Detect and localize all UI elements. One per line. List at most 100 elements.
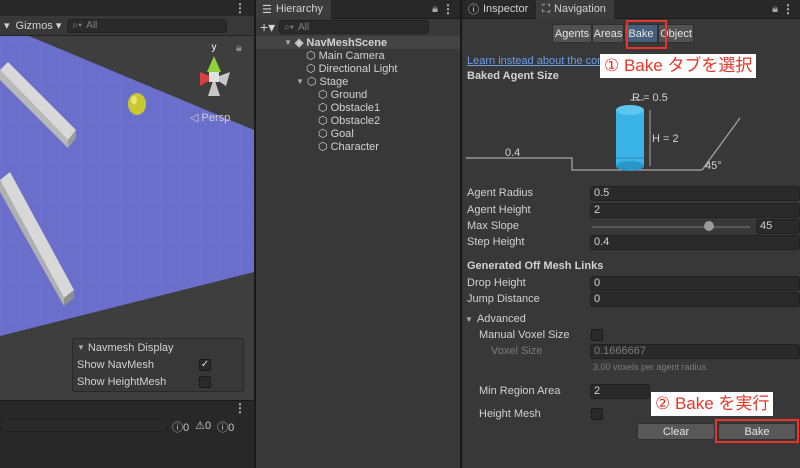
tab-navigation[interactable]: ⛶ Navigation: [536, 0, 614, 19]
height-mesh-checkbox[interactable]: [591, 408, 603, 420]
search-placeholder: All: [298, 21, 310, 33]
tree-item-directional-light[interactable]: ⬡ Directional Light: [256, 62, 460, 76]
search-icon: ⌕▾: [284, 21, 295, 33]
overlay-header[interactable]: ▼ Navmesh Display: [73, 339, 243, 356]
hierarchy-tree: ▼ ◈ NavMeshScene ⬡ Main Camera ⬡ Direction…: [256, 36, 460, 153]
lock-icon[interactable]: 🔒︎: [772, 3, 778, 16]
warning-count: 0: [205, 420, 212, 432]
navmesh-display-overlay: ▼ Navmesh Display Show NavMesh ✓ Show He…: [72, 338, 244, 392]
tree-item-obstacle2[interactable]: ⬡ Obstacle2: [256, 114, 460, 128]
bake-button-highlight: [715, 419, 799, 443]
persp-label: ◁ Persp: [190, 112, 230, 124]
hierarchy-panel: ☰ Hierarchy 🔒︎ ⋮ +▾ ⌕▾ All ▼ ◈ NavMeshSc…: [255, 0, 461, 468]
bake-tab-highlight: [626, 20, 667, 49]
tree-item-ground[interactable]: ⬡ Ground: [256, 88, 460, 102]
hierarchy-menu-icon[interactable]: ⋮: [442, 2, 454, 16]
warning-count-toggle[interactable]: ⚠0: [195, 419, 211, 435]
show-heightmesh-row: Show HeightMesh: [73, 373, 243, 390]
tab-inspector[interactable]: ⓘ Inspector: [462, 0, 536, 19]
search-icon: ⌕▾: [72, 20, 83, 31]
add-button[interactable]: +▾: [260, 19, 275, 36]
expand-triangle-icon[interactable]: ▼: [284, 38, 292, 47]
step-height-label: Step Height: [467, 236, 525, 248]
hierarchy-icon: ☰: [262, 3, 272, 16]
drop-height-field[interactable]: 0: [590, 276, 800, 291]
max-slope-slider[interactable]: [592, 226, 750, 228]
advanced-foldout[interactable]: ▼ Advanced: [465, 313, 526, 325]
tree-item-label: Main Camera: [318, 49, 385, 62]
agent-height-field[interactable]: 2: [590, 203, 800, 218]
error-count-toggle[interactable]: ⓘ0: [172, 419, 189, 435]
console-search-input[interactable]: [0, 419, 168, 432]
baked-agent-size-title: Baked Agent Size: [467, 70, 559, 82]
navigation-icon: ⛶: [542, 2, 550, 15]
gizmo-toggle-button[interactable]: ▾: [4, 19, 10, 32]
max-slope-field[interactable]: 45: [756, 219, 800, 234]
lock-icon[interactable]: 🔒︎: [236, 42, 242, 55]
scene-tabbar: ⋮: [0, 0, 254, 17]
scene-root-item[interactable]: ▼ ◈ NavMeshScene: [256, 36, 460, 49]
step-label: 0.4: [505, 147, 521, 159]
scene-view[interactable]: y ◁ Persp ⋮ ▾ Gizmos ▾ ⌕▾ All 🔒︎ ▼ Navmes…: [0, 0, 254, 400]
offmesh-links-title: Generated Off Mesh Links: [467, 260, 604, 272]
gameobject-icon: ⬡: [318, 115, 328, 127]
console-counters: ⓘ0 ⚠0 ⓘ0: [172, 419, 234, 435]
manual-voxel-size-checkbox[interactable]: [591, 329, 603, 341]
tree-item-goal[interactable]: ⬡ Goal: [256, 127, 460, 141]
show-navmesh-checkbox[interactable]: ✓: [199, 358, 211, 371]
show-heightmesh-checkbox[interactable]: [199, 375, 211, 388]
tree-item-label: Obstacle1: [330, 101, 381, 114]
collapse-triangle-icon: ▼: [465, 314, 473, 324]
drop-height-label: Drop Height: [467, 277, 526, 289]
hierarchy-tab-label: Hierarchy: [275, 3, 323, 15]
agent-height-label: Agent Height: [467, 204, 531, 216]
tree-item-stage[interactable]: ▼ ⬡ Stage: [256, 75, 460, 89]
y-axis-label: y: [212, 42, 217, 53]
hierarchy-search-input[interactable]: ⌕▾ All: [279, 20, 430, 34]
agent-radius-field[interactable]: 0.5: [590, 186, 800, 201]
tree-item-label: Goal: [330, 127, 354, 140]
manual-voxel-size-label: Manual Voxel Size: [479, 329, 570, 341]
chevron-down-icon: ▾: [55, 20, 62, 32]
min-region-area-label: Min Region Area: [479, 385, 561, 397]
scene-menu-icon[interactable]: ⋮: [234, 1, 246, 15]
console-panel: ⋮ ⓘ0 ⚠0 ⓘ0: [0, 400, 254, 468]
subtab-areas[interactable]: Areas: [592, 24, 624, 43]
gameobject-icon: ⬡: [306, 50, 316, 62]
step-height-field[interactable]: 0.4: [590, 235, 800, 250]
annotation-step1: ① Bake タブを選択: [600, 54, 757, 78]
show-heightmesh-label: Show HeightMesh: [77, 375, 167, 388]
show-navmesh-row: Show NavMesh ✓: [73, 356, 243, 373]
tree-item-label: Ground: [330, 88, 368, 101]
jump-distance-label: Jump Distance: [467, 293, 540, 305]
gameobject-icon: ⬡: [306, 76, 317, 88]
gameobject-icon: ⬡: [306, 63, 316, 75]
tree-item-label: Obstacle2: [330, 114, 381, 127]
jump-distance-field[interactable]: 0: [590, 292, 800, 307]
min-region-area-field[interactable]: 2: [590, 384, 650, 399]
error-count: 0: [183, 422, 190, 434]
tree-item-obstacle1[interactable]: ⬡ Obstacle1: [256, 101, 460, 115]
gizmos-dropdown[interactable]: Gizmos ▾: [16, 19, 62, 33]
subtab-agents[interactable]: Agents: [552, 24, 592, 43]
height-mesh-label: Height Mesh: [479, 408, 541, 420]
max-slope-label: Max Slope: [467, 220, 519, 232]
expand-triangle-icon[interactable]: ▼: [296, 77, 304, 86]
max-slope-slider-handle[interactable]: [704, 221, 714, 231]
clear-button[interactable]: Clear: [637, 423, 715, 440]
show-navmesh-label: Show NavMesh: [77, 358, 155, 371]
height-label: H = 2: [652, 133, 679, 145]
scene-search-input[interactable]: ⌕▾ All: [67, 18, 228, 33]
log-count-toggle[interactable]: ⓘ0: [217, 419, 234, 435]
navigation-menu-icon[interactable]: ⋮: [782, 2, 794, 16]
learn-link[interactable]: Learn instead about the comp: [467, 55, 613, 67]
lock-icon[interactable]: 🔒︎: [432, 3, 438, 16]
log-icon: ⓘ: [217, 422, 229, 434]
warning-icon: ⚠: [195, 420, 205, 432]
tree-item-character[interactable]: ⬡ Character: [256, 140, 460, 154]
tree-item-main-camera[interactable]: ⬡ Main Camera: [256, 49, 460, 63]
overlay-title: Navmesh Display: [87, 341, 174, 354]
console-menu-icon[interactable]: ⋮: [234, 401, 246, 415]
tab-hierarchy[interactable]: ☰ Hierarchy: [256, 0, 331, 19]
scene-name: NavMeshScene: [306, 36, 388, 49]
